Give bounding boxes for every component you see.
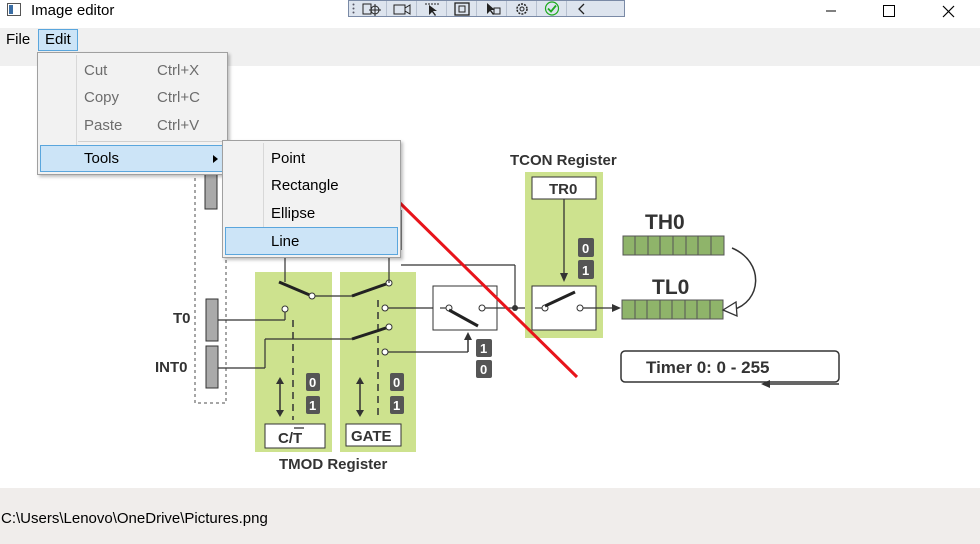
- window-title: Image editor: [31, 2, 115, 19]
- minimize-icon: [826, 10, 836, 12]
- tmod-label: TMOD Register: [279, 456, 388, 473]
- gate-bit-zero: 0: [393, 375, 400, 390]
- menu-item-rectangle[interactable]: Rectangle: [225, 172, 398, 199]
- gate-label: GATE: [351, 428, 392, 445]
- menu-item-point[interactable]: Point: [225, 145, 398, 172]
- back-arrow-icon[interactable]: [567, 1, 597, 16]
- pointer-tool-icon[interactable]: [477, 1, 507, 16]
- menu-item-line[interactable]: Line: [225, 227, 398, 255]
- tr0-label: TR0: [549, 181, 577, 198]
- menu-item-cut[interactable]: Cut Ctrl+X: [40, 57, 225, 84]
- gate-bit-one: 1: [393, 398, 400, 413]
- menu-file[interactable]: File: [0, 29, 36, 51]
- timer-label: Timer 0: 0 - 255: [646, 358, 769, 377]
- switch-bit-zero: 0: [480, 362, 487, 377]
- submenu-arrow-icon: [213, 155, 218, 163]
- floating-toolbar: [348, 0, 625, 17]
- close-button[interactable]: [925, 0, 971, 22]
- camera-icon[interactable]: [387, 1, 417, 16]
- ct-label: C/T: [278, 430, 302, 447]
- maximize-button[interactable]: [866, 0, 912, 22]
- maximize-icon: [883, 5, 895, 17]
- switch-bit-one: 1: [480, 341, 487, 356]
- int0-pin: [205, 345, 219, 389]
- menu-item-tools[interactable]: Tools: [40, 145, 225, 172]
- close-icon: [942, 5, 954, 17]
- menu-separator: [78, 141, 224, 142]
- ct-bit-one: 1: [309, 398, 316, 413]
- app-icon: [7, 3, 21, 16]
- th0-label: TH0: [645, 211, 685, 234]
- rectangle-tool-icon[interactable]: [447, 1, 477, 16]
- minimize-button[interactable]: [808, 0, 854, 22]
- tools-submenu: Point Rectangle Ellipse Line: [222, 140, 401, 258]
- file-path: C:\Users\Lenovo\OneDrive\Pictures.png: [1, 510, 268, 527]
- select-arrow-icon[interactable]: [417, 1, 447, 16]
- point-tool-icon[interactable]: [357, 1, 387, 16]
- menu-item-paste[interactable]: Paste Ctrl+V: [40, 112, 225, 139]
- t0-pin: [205, 298, 219, 342]
- tcon-label: TCON Register: [510, 152, 617, 169]
- check-icon[interactable]: [537, 1, 567, 16]
- settings-icon[interactable]: [507, 1, 537, 16]
- toolbar-grip-icon[interactable]: [349, 1, 357, 16]
- menu-item-copy[interactable]: Copy Ctrl+C: [40, 84, 225, 111]
- tr0-bit-one: 1: [582, 263, 589, 278]
- title-bar: Image editor: [0, 0, 980, 22]
- tl0-label: TL0: [652, 276, 689, 299]
- menu-edit[interactable]: Edit: [38, 29, 78, 51]
- t0-label: T0: [173, 310, 191, 327]
- int0-label: INT0: [155, 359, 188, 376]
- edit-menu: Cut Ctrl+X Copy Ctrl+C Paste Ctrl+V Tool…: [37, 52, 228, 175]
- tr0-bit-zero: 0: [582, 241, 589, 256]
- menu-item-ellipse[interactable]: Ellipse: [225, 200, 398, 227]
- status-bar: C:\Users\Lenovo\OneDrive\Pictures.png: [0, 488, 980, 544]
- ct-bit-zero: 0: [309, 375, 316, 390]
